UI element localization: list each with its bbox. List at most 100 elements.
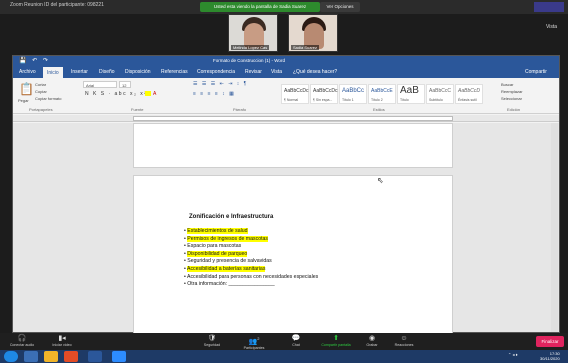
participants-count: 2 bbox=[257, 336, 260, 341]
tab-diseno[interactable]: Diseño bbox=[99, 69, 115, 75]
windows-taskbar: ⌃ ◂ ♦ 17:30 30/11/2020 bbox=[0, 350, 568, 363]
list-item-text: Otra información: ________________ bbox=[187, 281, 275, 288]
participant-thumbnail[interactable]: Sadia Suarez bbox=[288, 14, 338, 52]
video-label: Iniciar video bbox=[52, 343, 72, 347]
style-name: Énfasis sutil bbox=[458, 98, 477, 102]
window-controls[interactable] bbox=[534, 2, 564, 12]
group-label: Fuente bbox=[131, 107, 144, 112]
list-item-text: Permisos de ingresos de mascotas bbox=[187, 235, 268, 242]
select-button[interactable]: Seleccionar bbox=[501, 96, 522, 101]
participants-strip: Melinda Lopez Cas Sadia Suarez bbox=[0, 14, 568, 54]
chat-button[interactable]: 💬 Chat bbox=[276, 334, 316, 347]
browser-icon[interactable] bbox=[64, 351, 78, 362]
document-heading: Zonificación e Infraestructura bbox=[189, 214, 274, 220]
clock-date: 30/11/2020 bbox=[540, 356, 560, 361]
view-options-button[interactable]: Ver Opciones bbox=[320, 2, 360, 12]
chat-icon: 💬 bbox=[291, 335, 301, 342]
audio-label: Conectar audio bbox=[9, 343, 35, 347]
tab-referencias[interactable]: Referencias bbox=[161, 69, 188, 75]
group-label: Párrafo bbox=[233, 107, 247, 112]
ribbon-tabs: Archivo Inicio Insertar Diseño Disposici… bbox=[13, 67, 559, 78]
quick-access-toolbar[interactable]: 💾 ↶ ↷ bbox=[19, 57, 50, 64]
system-tray[interactable]: ⌃ ◂ ♦ bbox=[508, 352, 518, 357]
zoom-taskbar-icon[interactable] bbox=[112, 351, 126, 362]
tab-revisar[interactable]: Revisar bbox=[245, 69, 262, 75]
share-banner: Usted esta viendo la pantalla de Sadia S… bbox=[200, 2, 320, 12]
participant-name: Melinda Lopez Cas bbox=[231, 45, 270, 50]
file-explorer-icon[interactable] bbox=[44, 351, 58, 362]
list-item: • Otra información: ________________ bbox=[184, 281, 275, 287]
list-buttons[interactable]: ☰ ☰ ☰ ⇤ ⇥ ↕ ¶ bbox=[193, 81, 248, 87]
style-no-spacing[interactable]: AaBbCcDc ¶ Sin espa... bbox=[310, 84, 338, 104]
style-title[interactable]: AaB Título bbox=[397, 84, 425, 104]
vertical-scrollbar[interactable] bbox=[551, 123, 558, 332]
document-page[interactable]: Zonificación e Infraestructura • Estable… bbox=[133, 175, 453, 335]
clock[interactable]: 17:30 30/11/2020 bbox=[540, 351, 560, 361]
style-name: ¶ Sin espa... bbox=[313, 98, 333, 102]
paste-label[interactable]: Pegar bbox=[18, 98, 29, 103]
paste-icon[interactable]: 📋 bbox=[19, 82, 34, 96]
style-sample: AaBbCcDc bbox=[313, 88, 338, 94]
tell-me-search[interactable]: ¿Qué desea hacer? bbox=[293, 69, 337, 75]
style-subtitle[interactable]: AaBbCcC Subtítulo bbox=[426, 84, 454, 104]
participants-button[interactable]: 👥2 Participantes bbox=[234, 334, 274, 350]
audio-button[interactable]: 🎧 Conectar audio bbox=[2, 334, 42, 347]
align-buttons[interactable]: ≡ ≡ ≡ ≡ ↕ ▦ bbox=[193, 91, 235, 97]
list-item: • Espacio para mascotas bbox=[184, 243, 241, 249]
find-button[interactable]: Buscar bbox=[501, 82, 513, 87]
list-item: • Accesibilidad para personas con necesi… bbox=[184, 274, 318, 280]
style-name: Título 2 bbox=[371, 98, 383, 102]
share-screen-icon: ⬆ bbox=[333, 335, 339, 342]
security-label: Seguridad bbox=[203, 343, 221, 347]
style-subtle-emphasis[interactable]: AaBbCcD Énfasis sutil bbox=[455, 84, 483, 104]
video-off-icon: ▮◂ bbox=[58, 335, 66, 342]
style-sample: AaBbCcD bbox=[458, 88, 480, 94]
replace-button[interactable]: Reemplazar bbox=[501, 89, 523, 94]
style-heading-1[interactable]: AaBbCc Título 1 bbox=[339, 84, 367, 104]
font-format-buttons[interactable]: N K S · abc x₂ x² bbox=[85, 91, 147, 97]
word-taskbar-icon[interactable] bbox=[88, 351, 102, 362]
list-item-text: Accesibilidad para personas con necesida… bbox=[186, 273, 319, 280]
video-button[interactable]: ▮◂ Iniciar video bbox=[42, 334, 82, 347]
list-item-text: Disponibilidad de parqueo bbox=[187, 250, 248, 257]
tab-disposicion[interactable]: Disposición bbox=[125, 69, 151, 75]
security-button[interactable]: 🛡 Seguridad bbox=[192, 334, 232, 347]
tab-archivo[interactable]: Archivo bbox=[19, 69, 36, 75]
style-heading-2[interactable]: AaBbCcE Título 2 bbox=[368, 84, 396, 104]
group-label: Portapapeles bbox=[29, 107, 53, 112]
reactions-button[interactable]: ☺ Reacciones bbox=[384, 334, 424, 347]
start-icon[interactable] bbox=[4, 351, 18, 362]
share-screen-button[interactable]: ⬆ Compartir pantalla bbox=[316, 334, 356, 347]
style-sample: AaBbCcDc bbox=[284, 88, 309, 94]
font-name-select[interactable]: Arial bbox=[83, 81, 117, 88]
tab-vista[interactable]: Vista bbox=[271, 69, 282, 75]
format-painter-button[interactable]: Copiar formato bbox=[35, 96, 61, 101]
word-window: 💾 ↶ ↷ Formato de Construccion (1) - Word… bbox=[12, 55, 560, 335]
participant-name: Sadia Suarez bbox=[291, 45, 320, 50]
font-color-icon[interactable]: A bbox=[153, 91, 156, 97]
participant-thumbnail[interactable]: Melinda Lopez Cas bbox=[228, 14, 278, 52]
font-size-select[interactable]: 12 bbox=[119, 81, 131, 88]
ruler bbox=[13, 115, 559, 122]
list-item-text: Seguridad y presencia de salvavidas bbox=[187, 258, 272, 265]
end-meeting-button[interactable]: Finalizar bbox=[536, 336, 564, 347]
style-normal[interactable]: AaBbCcDc ¶ Normal bbox=[281, 84, 309, 104]
smiley-icon: ☺ bbox=[400, 335, 408, 342]
style-sample: AaBbCc bbox=[342, 88, 365, 94]
tab-inicio[interactable]: Inicio bbox=[43, 67, 63, 78]
copy-button[interactable]: Copiar bbox=[35, 89, 47, 94]
word-document-title: Formato de Construccion (1) - Word bbox=[213, 58, 285, 63]
cut-button[interactable]: Cortar bbox=[35, 82, 46, 87]
tab-correspondencia[interactable]: Correspondencia bbox=[197, 69, 235, 75]
taskbar-app-icon[interactable] bbox=[24, 351, 38, 362]
view-button[interactable]: Vista bbox=[546, 24, 557, 30]
document-page[interactable] bbox=[133, 123, 453, 168]
share-word-button[interactable]: Compartir bbox=[525, 69, 547, 75]
highlight-color-icon[interactable] bbox=[145, 91, 151, 96]
style-name: Título 1 bbox=[342, 98, 354, 102]
list-item: • Accesibilidad a baterías sanitarias bbox=[184, 266, 266, 272]
tab-insertar[interactable]: Insertar bbox=[71, 69, 88, 75]
share-label: Compartir pantalla bbox=[321, 343, 351, 347]
list-item: • Disponibilidad de parqueo bbox=[184, 250, 248, 257]
style-sample: AaBbCcC bbox=[429, 88, 451, 94]
